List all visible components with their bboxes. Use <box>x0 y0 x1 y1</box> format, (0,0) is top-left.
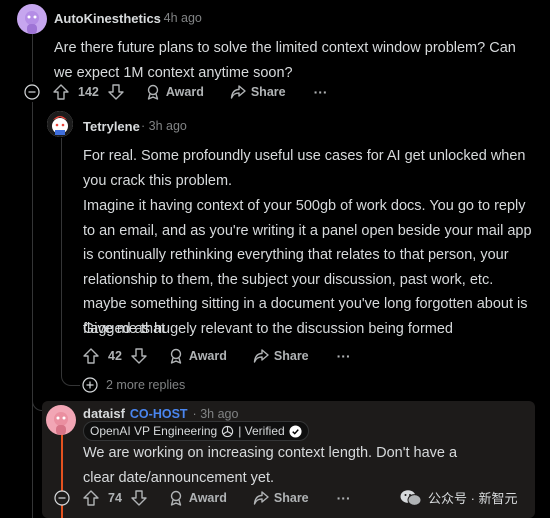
username[interactable]: AutoKinesthetics <box>54 11 161 26</box>
vote-count: 74 <box>108 491 122 505</box>
watermark-text: 公众号 · 新智元 <box>428 491 518 506</box>
award-button[interactable]: Award <box>168 490 227 506</box>
timestamp: · 3h ago <box>193 407 239 421</box>
comment-actions: 74 Award Share ··· <box>82 489 351 507</box>
vote-count: 142 <box>78 85 99 99</box>
more-replies-link[interactable]: 2 more replies <box>82 377 185 393</box>
share-icon <box>253 348 269 364</box>
share-button[interactable]: Share <box>230 84 286 100</box>
thread-connector <box>61 345 80 386</box>
award-label: Award <box>165 85 204 99</box>
downvote-icon[interactable] <box>130 347 148 365</box>
share-label: Share <box>273 349 309 363</box>
award-label: Award <box>188 491 227 505</box>
share-icon <box>253 490 269 506</box>
cohost-flair: CO-HOST <box>129 406 188 421</box>
more-replies-label: 2 more replies <box>106 378 186 392</box>
award-button[interactable]: Award <box>145 84 204 100</box>
username[interactable]: Tetrylene <box>83 119 140 134</box>
expand-icon <box>82 377 98 393</box>
comment-paragraph: For real. Some profoundly useful use cas… <box>83 148 526 189</box>
time: 3h ago <box>200 406 239 421</box>
comment-body: We are working on increasing context len… <box>83 445 458 486</box>
downvote-icon[interactable] <box>130 489 148 507</box>
avatar[interactable] <box>46 405 76 435</box>
user-flair-badge: OpenAI VP Engineering | Verified <box>83 421 309 441</box>
time: 3h ago <box>148 119 187 133</box>
separator: · <box>141 119 146 133</box>
vote-group: 142 <box>52 83 125 101</box>
award-icon <box>168 490 184 506</box>
wechat-icon <box>400 489 422 507</box>
comment-actions: 142 Award Share ··· <box>52 83 328 101</box>
username[interactable]: dataisf <box>83 406 125 421</box>
separator: · <box>156 11 161 25</box>
openai-logo-icon <box>221 425 234 438</box>
separator: · <box>192 406 197 421</box>
collapse-icon[interactable] <box>24 84 40 100</box>
collapse-icon[interactable] <box>54 490 70 506</box>
more-options-button[interactable]: ··· <box>314 84 328 100</box>
avatar[interactable] <box>47 111 73 137</box>
wechat-watermark: 公众号 · 新智元 <box>400 488 518 507</box>
share-button[interactable]: Share <box>253 490 309 506</box>
timestamp: · 3h ago <box>141 119 187 133</box>
vote-count: 42 <box>108 349 122 363</box>
avatar[interactable] <box>17 4 47 34</box>
more-options-button[interactable]: ··· <box>337 348 351 364</box>
comment-header: dataisf CO-HOST · 3h ago <box>83 406 238 421</box>
flair-text: OpenAI VP Engineering <box>90 424 218 438</box>
award-icon <box>145 84 161 100</box>
thread-line-root <box>32 34 33 82</box>
vote-group: 42 <box>82 347 148 365</box>
verified-icon <box>289 424 302 438</box>
vote-group: 74 <box>82 489 148 507</box>
share-button[interactable]: Share <box>253 348 309 364</box>
more-options-button[interactable]: ··· <box>337 490 351 506</box>
upvote-icon[interactable] <box>82 347 100 365</box>
award-button[interactable]: Award <box>168 348 227 364</box>
verified-text: | Verified <box>238 424 285 438</box>
award-label: Award <box>188 349 227 363</box>
comment-paragraph: Give me that <box>83 321 166 337</box>
thread-line-root-lower <box>32 102 33 518</box>
share-label: Share <box>250 85 286 99</box>
time: 4h ago <box>163 11 202 25</box>
timestamp: · 4h ago <box>156 11 202 25</box>
upvote-icon[interactable] <box>82 489 100 507</box>
comment-actions: 42 Award Share ··· <box>82 347 351 365</box>
award-icon <box>168 348 184 364</box>
share-label: Share <box>273 491 309 505</box>
thread-line-reply <box>61 138 62 345</box>
downvote-icon[interactable] <box>107 83 125 101</box>
share-icon <box>230 84 246 100</box>
upvote-icon[interactable] <box>52 83 70 101</box>
comment-body: Are there future plans to solve the limi… <box>54 40 516 81</box>
